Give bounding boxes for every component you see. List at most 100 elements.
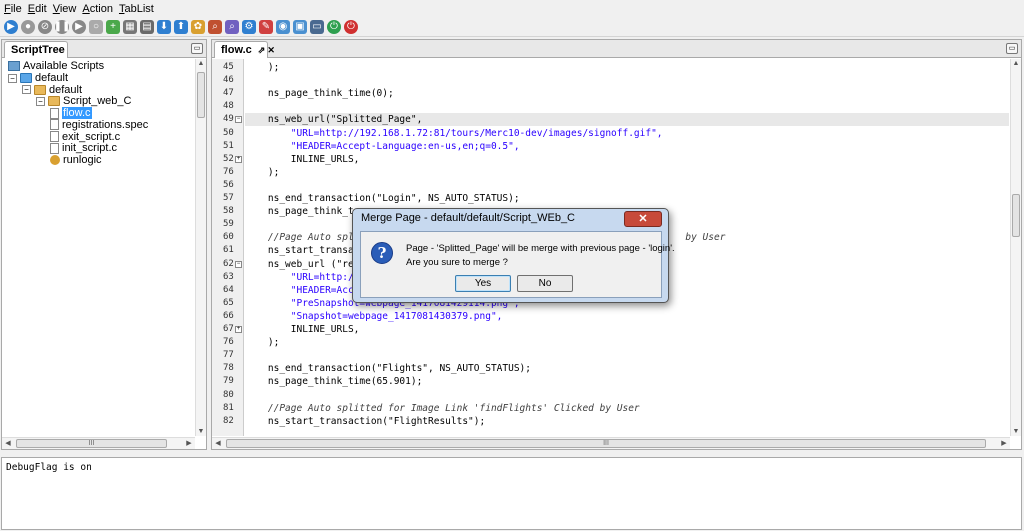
tree-vertical-scrollbar[interactable]: ▲ ▼ <box>195 59 206 436</box>
editor-hscroll-thumb[interactable]: III <box>226 439 986 448</box>
expand-fold-icon[interactable]: + <box>235 155 242 163</box>
line-number: 60 <box>223 232 234 243</box>
line-number: 80 <box>223 389 234 400</box>
code-line[interactable]: ns_page_think_time(0); <box>245 87 1009 100</box>
options-icon[interactable]: ⚙ <box>242 19 256 34</box>
pin-icon[interactable]: ⇗ <box>258 45 266 56</box>
scroll-left-icon[interactable]: ◀ <box>3 439 13 447</box>
replace-icon[interactable]: ⌕ <box>225 19 239 34</box>
code-line[interactable]: ); <box>245 61 1009 74</box>
collapse-icon[interactable]: − <box>8 73 17 83</box>
editor-scroll-right-icon[interactable]: ▶ <box>999 439 1009 447</box>
collapse-icon[interactable]: − <box>22 85 31 95</box>
collapse-fold-icon[interactable]: − <box>235 116 242 124</box>
debug-output: DebugFlag is on <box>1 457 1022 530</box>
tree-node[interactable]: − default <box>8 72 68 84</box>
dialog-close-button[interactable]: ✕ <box>624 211 662 227</box>
no-button[interactable]: No <box>517 275 573 292</box>
tree-root[interactable]: Available Scripts <box>8 60 104 72</box>
code-line[interactable]: ns_web_url("Splitted_Page", <box>245 113 1009 127</box>
maximize-icon[interactable]: ▭ <box>191 43 203 54</box>
find-icon[interactable]: ⌕ <box>208 19 222 34</box>
export-icon[interactable]: ▤ <box>140 19 154 34</box>
menu-action[interactable]: Action <box>82 3 113 15</box>
stop-icon[interactable]: ⏻ <box>344 19 358 34</box>
grid-icon[interactable]: ▦ <box>123 19 137 34</box>
code-line[interactable] <box>245 179 1009 192</box>
editor-horizontal-scrollbar[interactable]: ◀ III ▶ <box>212 437 1010 449</box>
tree-node[interactable]: init_script.c <box>50 142 117 154</box>
expand-fold-icon[interactable]: + <box>235 326 242 333</box>
editor-scroll-down-icon[interactable]: ▼ <box>1011 428 1021 435</box>
dialog-message-line2: Are you sure to merge ? <box>406 257 508 268</box>
tree-hscroll-thumb[interactable]: III <box>16 439 167 448</box>
scroll-down-icon[interactable]: ▼ <box>196 428 206 435</box>
tree-node[interactable]: exit_script.c <box>50 131 120 143</box>
line-number: 61 <box>223 245 234 256</box>
code-line[interactable]: ); <box>245 166 1009 179</box>
tab-flow-c[interactable]: flow.c ⇗ ✕ <box>214 41 275 58</box>
code-line[interactable]: "URL=http://192.168.1.72:81/tours/Merc10… <box>245 127 1009 140</box>
code-line[interactable]: ns_end_transaction("Flights", NS_AUTO_ST… <box>245 362 1009 375</box>
comment-icon[interactable]: ○ <box>89 19 103 34</box>
code-line[interactable]: //Page Auto splitted for Image Link 'fin… <box>245 402 1009 415</box>
menu-view[interactable]: View <box>53 3 77 15</box>
collapse-fold-icon[interactable]: − <box>235 260 242 268</box>
code-line[interactable]: "HEADER=Accept-Language:en-us,en;q=0.5", <box>245 140 1009 153</box>
cancel-icon[interactable]: ⊘ <box>38 19 52 34</box>
code-line[interactable]: ns_page_think_time(65.901); <box>245 375 1009 388</box>
code-line[interactable]: INLINE_URLS, <box>245 323 1009 336</box>
tree-horizontal-scrollbar[interactable]: ◀ III ▶ <box>2 437 195 449</box>
start-icon[interactable]: ⏻ <box>327 19 341 34</box>
menu-file[interactable]: File <box>4 3 22 15</box>
step-icon[interactable]: ▶ <box>72 19 86 34</box>
up-arrow-icon[interactable]: ⬆ <box>174 19 188 34</box>
code-line[interactable]: INLINE_URLS, <box>245 153 1009 166</box>
yes-button[interactable]: Yes <box>455 275 511 292</box>
line-number: 57 <box>223 193 234 203</box>
tree-node[interactable]: − Script_web_C <box>36 95 131 107</box>
editor-maximize-icon[interactable]: ▭ <box>1006 43 1018 54</box>
code-line[interactable] <box>245 74 1009 87</box>
code-line[interactable]: ns_end_transaction("Login", NS_AUTO_STAT… <box>245 192 1009 205</box>
line-number: 82 <box>223 415 234 426</box>
web-icon[interactable]: ◉ <box>276 19 290 34</box>
editor-scroll-left-icon[interactable]: ◀ <box>213 439 223 447</box>
editor-scroll-up-icon[interactable]: ▲ <box>1011 60 1021 67</box>
scroll-right-icon[interactable]: ▶ <box>184 439 194 447</box>
tab-scripttree[interactable]: ScriptTree <box>4 41 68 58</box>
line-number: 47 <box>223 88 234 99</box>
code-line[interactable]: ); <box>245 336 1009 349</box>
edit-icon[interactable]: ✎ <box>259 19 273 34</box>
line-number: 45 <box>223 62 234 72</box>
editor-vertical-scrollbar[interactable]: ▲ ▼ <box>1010 59 1021 436</box>
monitor-icon[interactable]: ▭ <box>310 19 324 34</box>
menu-tablist[interactable]: TabList <box>119 3 154 15</box>
tree-node-label: flow.c <box>62 107 92 120</box>
close-icon[interactable]: ✕ <box>267 45 275 56</box>
scroll-up-icon[interactable]: ▲ <box>196 60 206 67</box>
tree-node[interactable]: runlogic <box>50 154 102 166</box>
down-arrow-icon[interactable]: ⬇ <box>157 19 171 34</box>
code-line[interactable]: "Snapshot=webpage_1417081430379.png", <box>245 310 1009 323</box>
collapse-icon[interactable]: − <box>36 96 45 106</box>
menu-edit[interactable]: Edit <box>28 3 47 15</box>
add-icon[interactable]: + <box>106 19 120 34</box>
record-icon[interactable]: ● <box>21 19 35 34</box>
tree-node[interactable]: − default <box>22 84 82 96</box>
code-line[interactable] <box>245 349 1009 362</box>
code-line[interactable] <box>245 389 1009 402</box>
run-icon[interactable]: ▶ <box>4 19 18 34</box>
merge-page-dialog: Merge Page - default/default/Script_WEb_… <box>352 208 675 303</box>
tree-node[interactable]: flow.c <box>50 107 92 120</box>
settings-icon[interactable]: ✿ <box>191 19 205 34</box>
tree-vscroll-thumb[interactable] <box>197 72 205 118</box>
editor-vscroll-thumb[interactable] <box>1012 194 1020 237</box>
code-line[interactable] <box>245 100 1009 113</box>
pause-icon[interactable]: ❚❚ <box>54 19 70 34</box>
line-number: 81 <box>223 402 234 413</box>
script-tree-panel: ScriptTree ▭ Available Scripts − default −… <box>1 39 207 450</box>
tree-node[interactable]: registrations.spec <box>50 119 148 131</box>
code-line[interactable]: ns_start_transaction("FlightResults"); <box>245 415 1009 428</box>
calendar-icon[interactable]: ▣ <box>293 19 307 34</box>
